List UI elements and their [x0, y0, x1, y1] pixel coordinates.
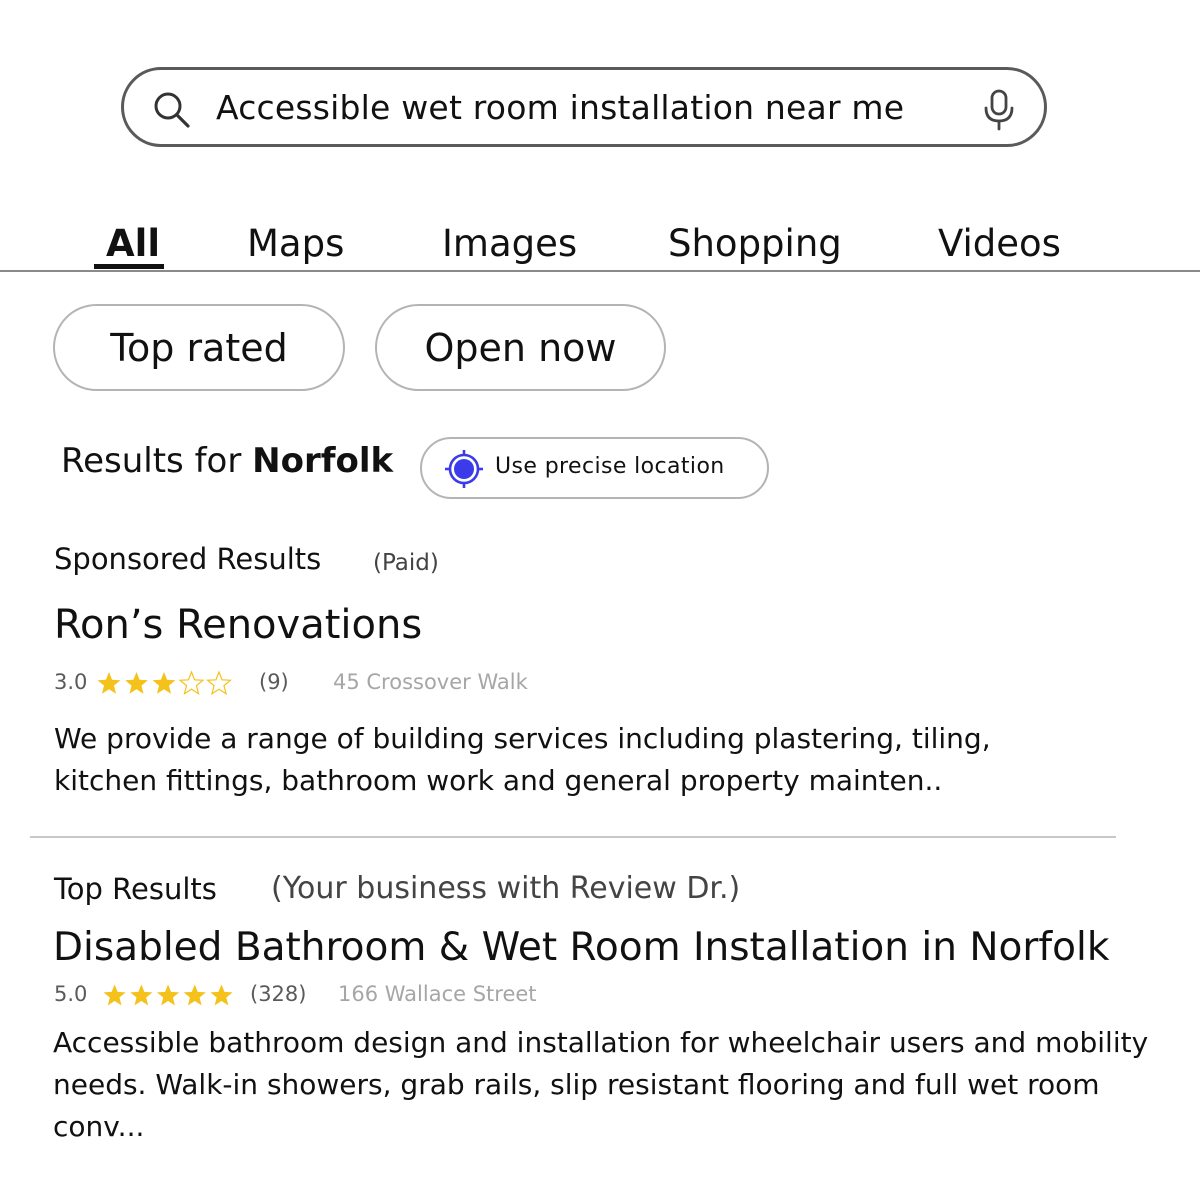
filter-chip-top-rated[interactable]: Top rated: [53, 304, 345, 391]
star-icon: [103, 984, 126, 1006]
sponsored-result-title[interactable]: Ron’s Renovations: [54, 602, 422, 648]
use-precise-location-label: Use precise location: [495, 454, 725, 479]
search-input[interactable]: [216, 70, 956, 144]
business-address: 166 Wallace Street: [338, 982, 537, 1006]
results-for-prefix: Results for: [61, 441, 253, 481]
top-result-title[interactable]: Disabled Bathroom & Wet Room Installatio…: [53, 925, 1109, 970]
sponsored-heading: Sponsored Results: [54, 542, 322, 576]
review-count[interactable]: (328): [250, 982, 306, 1006]
tab-all[interactable]: All: [106, 218, 160, 270]
search-icon[interactable]: [152, 90, 192, 130]
star-rating-icon: [103, 984, 233, 1006]
filter-chip-open-now[interactable]: Open now: [375, 304, 666, 391]
search-tabs: All Maps Images Shopping Videos: [0, 218, 1200, 272]
tab-images[interactable]: Images: [442, 218, 577, 270]
star-icon: [156, 984, 180, 1006]
results-location-place: Norfolk: [252, 441, 394, 481]
business-address: 45 Crossover Walk: [333, 670, 528, 694]
star-icon: [183, 984, 206, 1006]
rating-value: 5.0: [54, 982, 88, 1006]
tab-videos[interactable]: Videos: [938, 218, 1061, 270]
top-result-description: Accessible bathroom design and installat…: [53, 1026, 1149, 1143]
use-precise-location-button[interactable]: Use precise location: [420, 437, 769, 499]
sponsored-result-description: We provide a range of building services …: [54, 722, 991, 797]
search-results-page: All Maps Images Shopping Videos Top rate…: [0, 0, 1200, 1200]
top-results-note: (Your business with Review Dr.): [271, 871, 741, 906]
star-icon: [125, 672, 148, 694]
section-divider: [30, 836, 1116, 838]
review-count[interactable]: (9): [259, 670, 289, 694]
results-location-label: Results for Norfolk: [61, 441, 393, 481]
search-bar[interactable]: [121, 67, 1047, 147]
active-tab-indicator: [94, 264, 164, 269]
top-results-heading: Top Results: [54, 872, 217, 906]
sponsored-rating-row: 3.0 (9) 45 Crossover Walk: [54, 670, 754, 700]
tab-shopping[interactable]: Shopping: [668, 218, 842, 270]
rating-value: 3.0: [54, 670, 88, 694]
mic-icon[interactable]: [982, 89, 1016, 131]
tab-maps[interactable]: Maps: [247, 218, 344, 270]
top-rating-row: 5.0 (328) 166 Wallace Street: [54, 982, 754, 1012]
star-rating-icon: [97, 670, 232, 696]
star-icon: [206, 670, 232, 696]
star-icon: [97, 672, 121, 694]
star-icon: [152, 672, 176, 694]
star-icon: [178, 670, 205, 696]
star-icon: [210, 984, 233, 1006]
location-target-icon: [445, 450, 483, 488]
sponsored-paid-note: (Paid): [373, 550, 439, 576]
star-icon: [130, 984, 153, 1006]
